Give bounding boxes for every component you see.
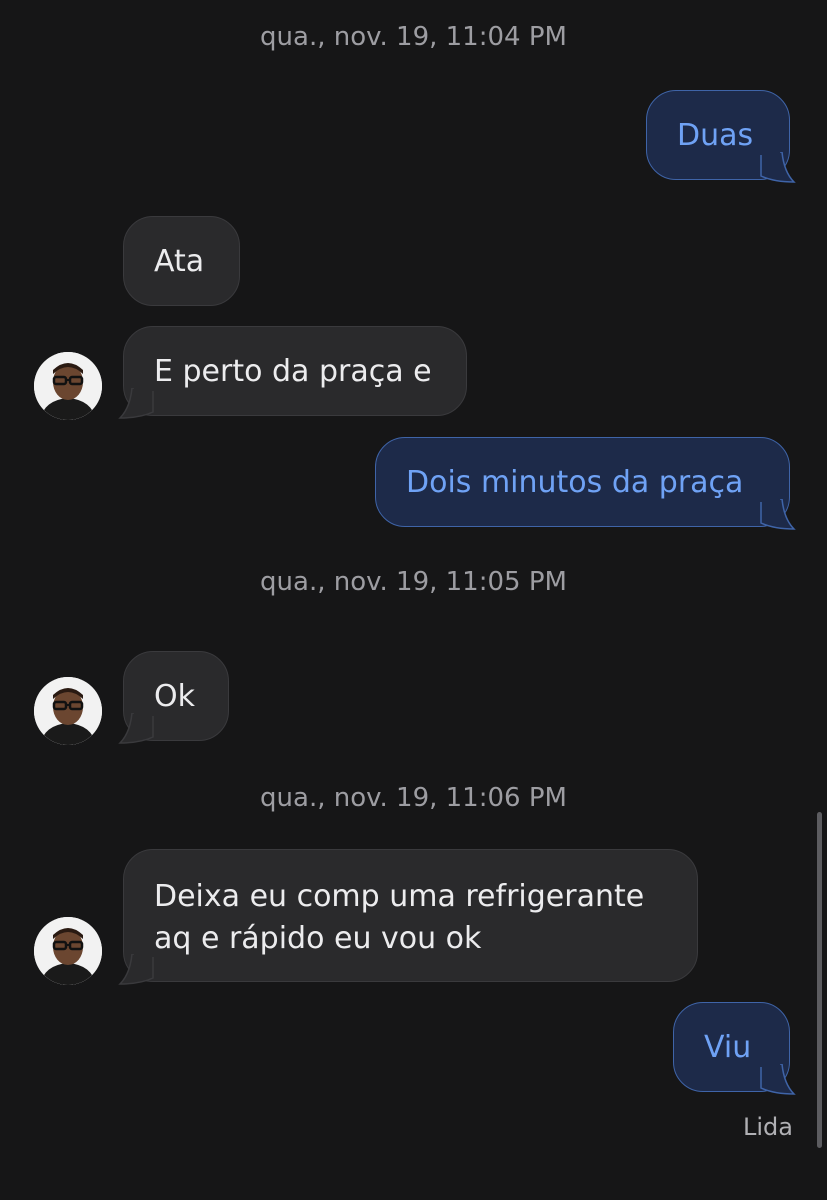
timestamp: qua., nov. 19, 11:06 PM: [260, 783, 567, 813]
message-text: Ata: [154, 244, 205, 279]
contact-avatar[interactable]: [34, 677, 102, 745]
read-receipt: Lida: [743, 1113, 793, 1141]
message-text: Duas: [677, 118, 754, 153]
timestamp: qua., nov. 19, 11:04 PM: [260, 22, 567, 52]
chat-thread: qua., nov. 19, 11:04 PM Duas Ata E perto…: [0, 0, 827, 1200]
message-text-line: Deixa eu comp uma refrigerante: [154, 879, 645, 914]
message-bubble[interactable]: Deixa eu comp uma refrigerante aq e rápi…: [123, 849, 698, 982]
message-bubble[interactable]: Ata: [123, 216, 240, 306]
message-bubble[interactable]: Dois minutos da praça: [375, 437, 790, 527]
bubble-tail: [760, 152, 796, 183]
message-text: Viu: [704, 1030, 752, 1065]
timestamp: qua., nov. 19, 11:05 PM: [260, 567, 567, 597]
bubble-tail: [118, 713, 154, 744]
message-text-line: aq e rápido eu vou ok: [154, 921, 482, 956]
bubble-tail: [760, 1064, 796, 1095]
message-bubble[interactable]: E perto da praça e: [123, 326, 467, 416]
message-text: E perto da praça e: [154, 354, 432, 389]
scrollbar[interactable]: [817, 812, 822, 1148]
bubble-tail: [118, 954, 154, 985]
message-text: Dois minutos da praça: [406, 465, 744, 500]
bubble-tail: [118, 388, 154, 419]
contact-avatar[interactable]: [34, 352, 102, 420]
message-text: Ok: [154, 679, 195, 714]
contact-avatar[interactable]: [34, 917, 102, 985]
bubble-tail: [760, 499, 796, 530]
